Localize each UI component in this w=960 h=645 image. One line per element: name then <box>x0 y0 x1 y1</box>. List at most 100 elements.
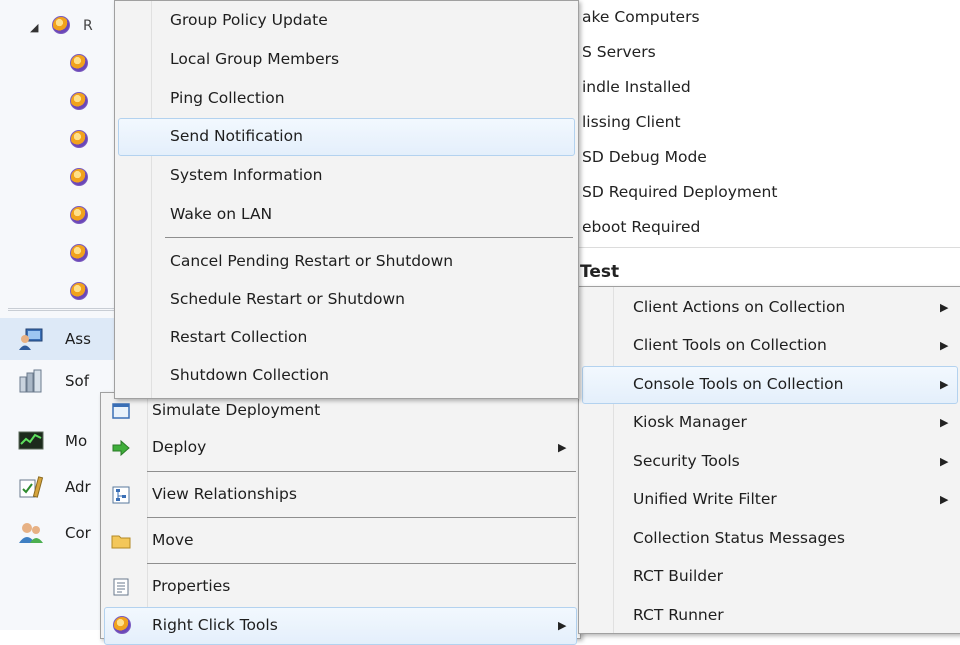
menu-item-console-tools[interactable]: Console Tools on Collection ▶ <box>582 366 958 404</box>
menu-item-label: Simulate Deployment <box>152 401 321 419</box>
menu-separator <box>147 471 576 472</box>
menu-item-ping-collection[interactable]: Ping Collection <box>118 81 575 117</box>
menu-item-label: Local Group Members <box>170 50 340 68</box>
workspace-label: Cor <box>65 524 91 542</box>
submenu-arrow-icon: ▶ <box>558 619 567 632</box>
menu-item-kiosk-manager[interactable]: Kiosk Manager ▶ <box>582 405 958 441</box>
tree-root-node[interactable]: ◢ R <box>0 5 120 43</box>
menu-item-label: Collection Status Messages <box>633 529 845 547</box>
assets-icon <box>19 328 43 350</box>
administration-icon <box>19 476 44 498</box>
pane-splitter[interactable] <box>8 308 116 311</box>
deploy-arrow-icon <box>112 439 130 457</box>
list-item[interactable]: eboot Required <box>582 218 700 236</box>
menu-separator <box>147 563 576 564</box>
collapse-triangle-icon[interactable]: ◢ <box>30 21 38 34</box>
menu-item-label: Unified Write Filter <box>633 490 777 508</box>
list-item[interactable]: ake Computers <box>582 8 700 26</box>
console-tools-submenu: Group Policy Update Local Group Members … <box>114 0 579 399</box>
menu-item-label: RCT Runner <box>633 606 724 624</box>
menu-item-collection-status-messages[interactable]: Collection Status Messages <box>582 521 958 557</box>
collection-icon <box>70 282 88 300</box>
menu-item-client-actions[interactable]: Client Actions on Collection ▶ <box>582 290 958 326</box>
list-item[interactable]: SD Debug Mode <box>582 148 707 166</box>
workspace-label: Adr <box>65 478 91 496</box>
tree-item[interactable] <box>0 157 120 195</box>
tree-item[interactable] <box>0 271 120 309</box>
collection-icon <box>70 168 88 186</box>
tree-item[interactable] <box>0 81 120 119</box>
menu-item-send-notification[interactable]: Send Notification <box>118 118 575 156</box>
menu-item-label: Ping Collection <box>170 89 285 107</box>
menu-item-move[interactable]: Move <box>104 523 577 559</box>
tree-item[interactable] <box>0 233 120 271</box>
tree-item[interactable] <box>0 119 120 157</box>
list-item[interactable]: SD Required Deployment <box>582 183 777 201</box>
menu-item-label: Properties <box>152 577 231 595</box>
workspace-label: Mo <box>65 432 88 450</box>
menu-item-label: View Relationships <box>152 485 297 503</box>
menu-item-view-relationships[interactable]: View Relationships <box>104 477 577 513</box>
section-heading: Test <box>580 262 620 282</box>
submenu-arrow-icon: ▶ <box>940 416 949 429</box>
menu-item-cancel-pending-restart[interactable]: Cancel Pending Restart or Shutdown <box>118 244 575 280</box>
right-click-tools-icon <box>113 616 131 634</box>
menu-item-label: RCT Builder <box>633 567 724 585</box>
menu-item-properties[interactable]: Properties <box>104 569 577 605</box>
list-item[interactable]: S Servers <box>582 43 656 61</box>
software-library-icon <box>19 369 42 393</box>
menu-item-client-tools[interactable]: Client Tools on Collection ▶ <box>582 328 958 364</box>
menu-item-rct-runner[interactable]: RCT Runner <box>582 598 958 634</box>
menu-item-label: Restart Collection <box>170 328 308 346</box>
submenu-arrow-icon: ▶ <box>940 455 949 468</box>
menu-item-label: Console Tools on Collection <box>633 375 844 393</box>
menu-item-group-policy-update[interactable]: Group Policy Update <box>118 3 575 39</box>
tree-root-label: R <box>83 18 93 34</box>
menu-item-local-group-members[interactable]: Local Group Members <box>118 42 575 78</box>
menu-item-label: Wake on LAN <box>170 205 273 223</box>
collection-icon <box>70 130 88 148</box>
community-icon <box>19 523 43 543</box>
list-item[interactable]: indle Installed <box>582 78 691 96</box>
workspace-label: Sof <box>65 372 89 390</box>
collection-context-menu: Simulate Deployment Deploy ▶ View Relati… <box>100 392 581 645</box>
right-click-tools-submenu: Client Actions on Collection ▶ Client To… <box>578 286 960 634</box>
menu-item-security-tools[interactable]: Security Tools ▶ <box>582 444 958 480</box>
properties-icon <box>113 578 129 596</box>
tree-item[interactable] <box>0 195 120 233</box>
folder-icon <box>111 535 131 549</box>
menu-item-label: Kiosk Manager <box>633 413 747 431</box>
menu-item-right-click-tools[interactable]: Right Click Tools ▶ <box>104 607 577 645</box>
submenu-arrow-icon: ▶ <box>940 301 949 314</box>
simulate-deployment-icon <box>112 403 130 419</box>
menu-item-label: Schedule Restart or Shutdown <box>170 290 405 308</box>
collection-icon <box>70 92 88 110</box>
menu-item-label: Deploy <box>152 438 207 456</box>
tree-item[interactable] <box>0 43 120 81</box>
menu-item-rct-builder[interactable]: RCT Builder <box>582 559 958 595</box>
menu-item-wake-on-lan[interactable]: Wake on LAN <box>118 197 575 233</box>
submenu-arrow-icon: ▶ <box>940 493 949 506</box>
menu-item-schedule-restart[interactable]: Schedule Restart or Shutdown <box>118 282 575 318</box>
menu-item-label: Group Policy Update <box>170 11 328 29</box>
menu-item-system-information[interactable]: System Information <box>118 158 575 194</box>
menu-item-label: Right Click Tools <box>152 616 278 634</box>
collection-icon <box>70 244 88 262</box>
menu-item-restart-collection[interactable]: Restart Collection <box>118 320 575 356</box>
menu-item-label: Shutdown Collection <box>170 366 329 384</box>
menu-item-label: Cancel Pending Restart or Shutdown <box>170 252 454 270</box>
menu-item-unified-write-filter[interactable]: Unified Write Filter ▶ <box>582 482 958 518</box>
collection-icon <box>70 206 88 224</box>
list-item[interactable]: lissing Client <box>582 113 681 131</box>
workspace-label: Ass <box>65 330 91 348</box>
menu-item-label: System Information <box>170 166 323 184</box>
collection-icon <box>70 54 88 72</box>
workspace-assets[interactable]: Ass <box>0 318 120 360</box>
menu-item-label: Security Tools <box>633 452 740 470</box>
menu-separator <box>147 517 576 518</box>
submenu-arrow-icon: ▶ <box>558 441 567 454</box>
menu-item-label: Client Tools on Collection <box>633 336 827 354</box>
menu-item-deploy[interactable]: Deploy ▶ <box>104 430 577 466</box>
menu-item-shutdown-collection[interactable]: Shutdown Collection <box>118 358 575 394</box>
menu-item-label: Send Notification <box>170 127 303 145</box>
